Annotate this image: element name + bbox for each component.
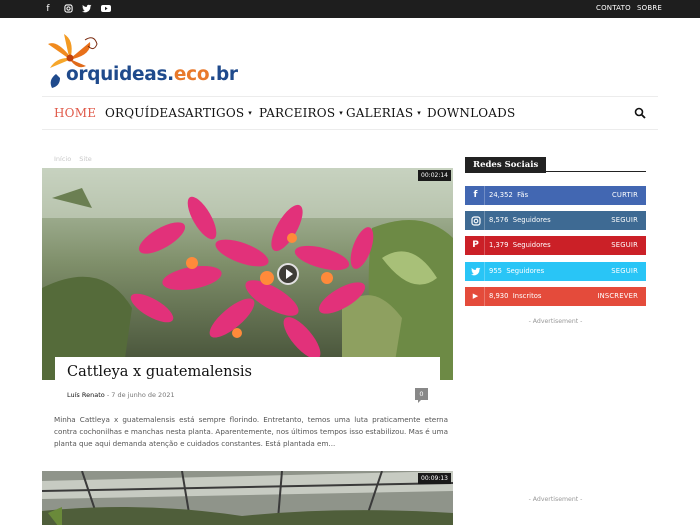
site-logo[interactable]: orquideas.eco.br	[42, 30, 238, 88]
main-nav: HOME ORQUÍDEAS ARTIGOS ▾ PARCEIROS ▾ GALER…	[42, 96, 658, 130]
facebook-icon: f	[473, 190, 478, 200]
social-row-facebook[interactable]: f 24,352 Fãs CURTIR	[465, 186, 646, 205]
social-count: 8,930 Inscritos	[489, 292, 542, 300]
meta-separator: -	[106, 391, 110, 399]
search-icon[interactable]	[634, 107, 646, 119]
social-row-pinterest[interactable]: P 1,379 Seguidores SEGUIR	[465, 236, 646, 255]
article-thumbnail[interactable]: 00:02:14	[42, 168, 453, 380]
social-count: 955 Seguidores	[489, 267, 545, 275]
follow-button[interactable]: SEGUIR	[611, 267, 638, 275]
like-button[interactable]: CURTIR	[612, 191, 638, 199]
post-excerpt: Minha Cattleya x guatemalensis está semp…	[54, 415, 448, 448]
logo-text: orquideas.eco.br	[66, 64, 238, 85]
nav-home[interactable]: HOME	[54, 106, 96, 120]
social-row-youtube[interactable]: ▶ 8,930 Inscritos INSCREVER	[465, 287, 646, 306]
post-meta: Luís Renato - 7 de junho de 2021	[67, 391, 175, 399]
article-thumbnail[interactable]: 00:09:13	[42, 471, 453, 525]
twitter-icon[interactable]	[81, 3, 93, 15]
nav-orquideas[interactable]: ORQUÍDEAS	[105, 106, 186, 120]
breadcrumb: Início Site	[54, 155, 98, 163]
social-count: 24,352 Fãs	[489, 191, 529, 199]
social-count: 8,576 Seguidores	[489, 216, 551, 224]
post-title-box: Cattleya x guatemalensis	[55, 357, 440, 407]
nav-parceiros[interactable]: PARCEIROS ▾	[259, 106, 343, 120]
post-author[interactable]: Luís Renato	[67, 391, 105, 399]
video-duration: 00:09:13	[418, 473, 451, 484]
widget-divider	[465, 171, 646, 172]
advertisement-label: - Advertisement -	[528, 318, 583, 325]
post-title[interactable]: Cattleya x guatemalensis	[67, 364, 252, 380]
follow-button[interactable]: SEGUIR	[611, 216, 638, 224]
video-duration: 00:02:14	[418, 170, 451, 181]
subscribe-button[interactable]: INSCREVER	[597, 292, 638, 300]
chevron-down-icon: ▾	[339, 109, 343, 117]
chevron-down-icon: ▾	[417, 109, 421, 117]
orchid-photo	[42, 168, 453, 380]
post-date: 7 de junho de 2021	[111, 391, 175, 399]
instagram-icon	[469, 214, 482, 227]
breadcrumb-item-inicio[interactable]: Início	[54, 155, 71, 163]
follow-button[interactable]: SEGUIR	[611, 241, 638, 249]
comment-count-badge[interactable]: 0	[415, 388, 428, 403]
social-row-twitter[interactable]: 955 Seguidores SEGUIR	[465, 262, 646, 281]
greenhouse-photo	[42, 471, 453, 525]
chevron-down-icon: ▾	[248, 109, 252, 117]
play-icon[interactable]	[277, 263, 299, 285]
twitter-icon	[469, 265, 482, 278]
facebook-icon[interactable]: f	[42, 3, 54, 15]
youtube-icon[interactable]	[100, 3, 112, 15]
nav-artigos[interactable]: ARTIGOS ▾	[185, 106, 252, 120]
nav-downloads[interactable]: DOWNLOADS	[427, 106, 515, 120]
contact-link[interactable]: CONTATO	[596, 4, 631, 12]
social-count: 1,379 Seguidores	[489, 241, 551, 249]
top-bar: f CONTATO SOBRE	[0, 0, 700, 18]
about-link[interactable]: SOBRE	[637, 4, 662, 12]
instagram-icon[interactable]	[62, 3, 74, 15]
youtube-icon: ▶	[472, 292, 479, 300]
social-row-instagram[interactable]: 8,576 Seguidores SEGUIR	[465, 211, 646, 230]
breadcrumb-item-site[interactable]: Site	[79, 155, 91, 163]
nav-galerias[interactable]: GALERIAS ▾	[346, 106, 421, 120]
advertisement-label: - Advertisement -	[528, 496, 583, 503]
pinterest-icon: P	[472, 240, 479, 250]
